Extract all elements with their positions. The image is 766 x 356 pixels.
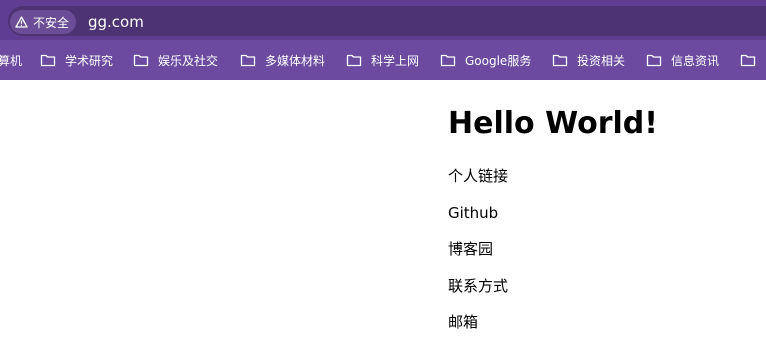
bookmark-folder[interactable]: 娱乐及社交 <box>133 51 218 69</box>
bookmark-folder[interactable]: 科学上网 <box>346 51 419 69</box>
page-title: Hello World! <box>448 106 658 141</box>
bookmark-label: 投资相关 <box>577 53 626 68</box>
browser-toolbar: 不安全 gg.com <box>0 0 766 40</box>
bookmark-label: 科学上网 <box>371 53 420 68</box>
folder-icon <box>646 54 662 67</box>
bookmark-label: 算机 <box>0 53 23 68</box>
folder-icon <box>740 54 756 67</box>
bookmark-folder[interactable]: 投资相关 <box>552 51 625 69</box>
link-contact[interactable]: 联系方式 <box>448 274 508 311</box>
warning-icon <box>15 16 28 28</box>
bookmark-label: 娱乐及社交 <box>158 53 219 68</box>
bookmark-label: 信息资讯 <box>671 53 720 68</box>
link-personal[interactable]: 个人链接 <box>448 164 508 201</box>
bookmark-folder[interactable]: 学术研究 <box>40 51 113 69</box>
bookmark-folder[interactable]: Google服务 <box>440 51 531 69</box>
bookmarks-bar: 算机 学术研究 娱乐及社交 多媒体材料 科学上网 Google服务 投资相关 信… <box>0 40 766 80</box>
folder-icon <box>440 54 456 67</box>
bookmark-folder[interactable]: 多媒体材料 <box>240 51 325 69</box>
bookmark-label: 多媒体材料 <box>265 53 326 68</box>
folder-icon <box>40 54 56 67</box>
bookmark-folder[interactable]: 算机 <box>0 51 22 69</box>
link-email[interactable]: 邮箱 <box>448 310 508 347</box>
folder-icon <box>346 54 362 67</box>
link-github[interactable]: Github <box>448 201 508 238</box>
bookmark-label: Google服务 <box>465 53 532 68</box>
url-text[interactable]: gg.com <box>88 13 144 31</box>
bookmark-folder[interactable]: 信息资讯 <box>646 51 719 69</box>
security-label: 不安全 <box>33 15 70 30</box>
folder-icon <box>240 54 256 67</box>
folder-icon <box>552 54 568 67</box>
link-blog[interactable]: 博客园 <box>448 237 508 274</box>
bookmark-folder[interactable] <box>740 51 765 69</box>
folder-icon <box>133 54 149 67</box>
link-list: 个人链接 Github 博客园 联系方式 邮箱 <box>448 164 508 347</box>
security-chip[interactable]: 不安全 <box>10 10 77 34</box>
bookmark-label: 学术研究 <box>65 53 114 68</box>
